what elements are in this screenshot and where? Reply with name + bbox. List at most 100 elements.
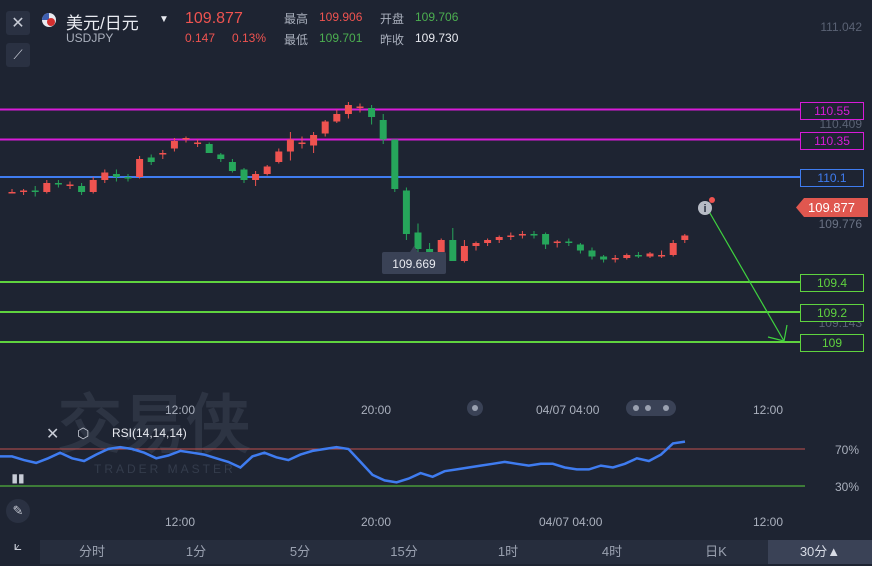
- candle-body: [89, 180, 97, 192]
- time-tick: 20:00: [361, 515, 392, 529]
- high-label: 最高: [284, 12, 309, 26]
- time-tick: 04/07 04:00: [539, 515, 603, 529]
- price-change: 0.147: [185, 31, 216, 45]
- candle-body: [553, 241, 561, 243]
- svg-text:109.669: 109.669: [392, 257, 436, 271]
- candle-body: [472, 243, 480, 246]
- time-tick: 12:00: [165, 403, 196, 417]
- chevron-down-icon[interactable]: ▼: [159, 14, 169, 25]
- close-button[interactable]: ✕: [6, 11, 30, 35]
- candle-body: [124, 177, 132, 179]
- candle-body: [530, 234, 538, 236]
- level-label[interactable]: 109: [800, 334, 864, 352]
- open-label: 开盘: [380, 12, 405, 26]
- trend-line-icon: ⟀: [13, 536, 23, 553]
- candle-body: [78, 186, 86, 192]
- candle-body: [182, 138, 190, 140]
- time-tick: 12:00: [165, 515, 196, 529]
- candle-body: [136, 159, 144, 177]
- candle-body: [43, 183, 51, 192]
- tab-30min[interactable]: 30分▲: [768, 540, 872, 564]
- level-label[interactable]: 110.1: [800, 169, 864, 187]
- candle-body: [646, 253, 654, 257]
- candle-body: [542, 234, 550, 245]
- level-label[interactable]: 109.2: [800, 304, 864, 322]
- chart-canvas[interactable]: 交易侠 TRADER MASTER i 109.669: [0, 0, 872, 566]
- candle-body: [112, 174, 120, 177]
- candle-body: [159, 153, 167, 155]
- low-value: 109.701: [319, 31, 363, 45]
- bar-chart-icon: ▮▮: [11, 471, 25, 485]
- candle-body: [147, 157, 155, 162]
- candle-body: [286, 139, 294, 152]
- flag-icon: [42, 13, 56, 27]
- candle-body: [576, 244, 584, 251]
- candle-body: [344, 105, 352, 114]
- rsi-lower-label: 30%: [835, 480, 860, 494]
- trend-tool-button[interactable]: ⟀: [6, 533, 30, 557]
- candle-body: [658, 255, 666, 257]
- low-label: 最低: [284, 33, 309, 47]
- candle-body: [669, 243, 677, 255]
- pen-tool-button[interactable]: ✎: [6, 499, 30, 523]
- time-tick: 12:00: [753, 515, 784, 529]
- level-label[interactable]: 110.55: [800, 101, 864, 120]
- close-indicator-icon[interactable]: ✕: [46, 424, 59, 444]
- close-icon: ✕: [11, 15, 25, 32]
- tab-1min[interactable]: 1分: [144, 540, 248, 564]
- tab-4hour[interactable]: 4时: [560, 540, 664, 564]
- watermark-subtitle: TRADER MASTER: [94, 462, 236, 476]
- symbol-code: USDJPY: [66, 31, 114, 45]
- open-value: 109.706: [415, 10, 459, 24]
- current-price: 109.877: [185, 10, 243, 27]
- tab-1hour[interactable]: 1时: [456, 540, 560, 564]
- candle-body: [634, 255, 642, 257]
- alert-dot-icon: [709, 197, 715, 203]
- tab-5min[interactable]: 5分: [248, 540, 352, 564]
- candle-body: [101, 172, 109, 180]
- candle-body: [368, 108, 376, 117]
- candle-body: [402, 190, 410, 234]
- candle-body: [588, 250, 596, 257]
- candle-body: [205, 144, 213, 153]
- candle-body: [437, 240, 445, 252]
- axis-tick: 109.776: [818, 217, 862, 231]
- candle-body: [54, 183, 62, 185]
- draw-tool-button[interactable]: ⟋: [6, 43, 30, 67]
- price-change-percent: 0.13%: [232, 31, 267, 45]
- candle-body: [460, 246, 468, 261]
- level-label[interactable]: 109.4: [800, 274, 864, 292]
- candle-body: [611, 258, 619, 260]
- tab-timeshare[interactable]: 分时: [40, 540, 144, 564]
- candle-body: [484, 240, 492, 243]
- candle-body: [252, 174, 260, 180]
- tab-daily[interactable]: 日K: [664, 540, 768, 564]
- candlestick-series: [8, 102, 689, 267]
- axis-tick: 111.042: [820, 20, 862, 34]
- current-price-tag: 109.877: [796, 198, 868, 217]
- indicator-name: RSI(14,14,14): [112, 426, 187, 440]
- candle-body: [228, 162, 236, 171]
- settings-hex-icon[interactable]: ⬡: [77, 425, 89, 442]
- time-tick: 12:00: [753, 403, 784, 417]
- prev-close-label: 昨收: [380, 33, 405, 47]
- pen-icon: ✎: [12, 503, 24, 518]
- candle-body: [414, 232, 422, 249]
- level-label[interactable]: 110.35: [800, 131, 864, 150]
- candle-body: [681, 235, 689, 240]
- candle-body: [217, 154, 225, 159]
- rsi-upper-label: 70%: [835, 443, 860, 457]
- indicator-settings-button[interactable]: ▮▮: [6, 466, 30, 490]
- candle-body: [263, 166, 271, 174]
- horizontal-levels: [0, 108, 805, 343]
- tab-15min[interactable]: 15分: [352, 540, 456, 564]
- time-tick: 20:00: [361, 403, 392, 417]
- candle-body: [298, 142, 306, 144]
- candle-body: [31, 190, 39, 192]
- candle-body: [20, 190, 28, 192]
- candle-body: [600, 256, 608, 260]
- candle-body: [240, 169, 248, 180]
- candle-body: [66, 184, 74, 186]
- candle-body: [194, 142, 202, 144]
- candle-body: [507, 235, 515, 237]
